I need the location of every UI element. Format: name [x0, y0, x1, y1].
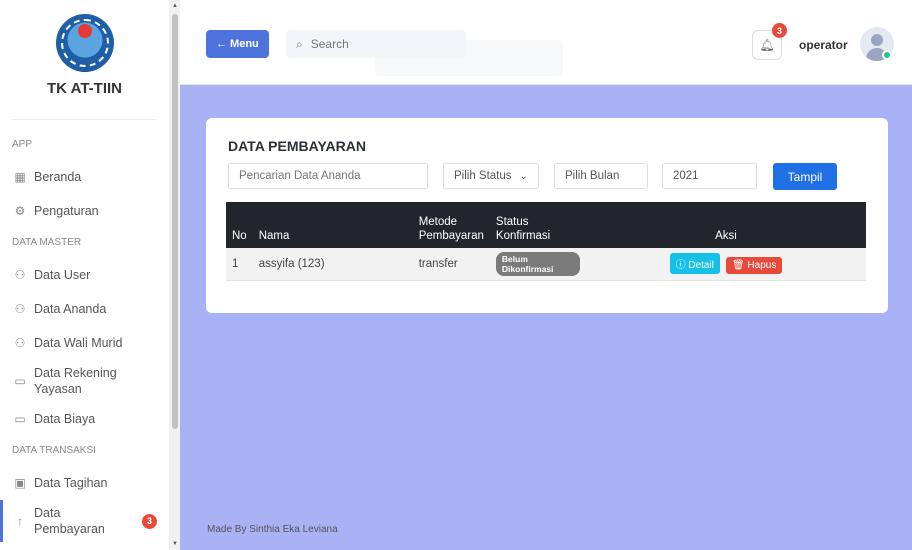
users-icon: ⚇: [14, 336, 26, 350]
sidebar-nav: APP ▦ Beranda ⚙ Pengaturan DATA MASTER ⚇…: [0, 120, 169, 542]
header-nama: Nama: [258, 230, 290, 242]
search-input[interactable]: [310, 37, 431, 51]
cell-no: 1: [232, 257, 239, 270]
grid-icon: ▦: [14, 170, 26, 184]
calendar-icon: ▣: [14, 476, 26, 490]
search-box[interactable]: ⌕: [286, 30, 466, 58]
sidebar-item-data-rekening-yayasan[interactable]: ▭ Data Rekening Yayasan: [0, 360, 169, 402]
main-content: DATA PEMBAYARAN Pilih Status ⌄ Pilih Bul…: [180, 85, 912, 550]
status-badge: Belum Dikonfirmasi: [495, 251, 580, 276]
sidebar-item-data-biaya[interactable]: ▭ Data Biaya: [0, 402, 169, 436]
payments-table: No Nama Metode Pembayaran Status Konfirm…: [226, 202, 866, 281]
users-icon: ⚇: [14, 302, 26, 316]
page-title: DATA PEMBAYARAN: [228, 138, 366, 154]
scroll-down-icon[interactable]: ▼: [172, 541, 178, 547]
menu-button[interactable]: ← Menu: [206, 30, 269, 58]
topbar: ← Menu ⌕ 🔔︎ 3 operator: [180, 0, 912, 85]
month-select[interactable]: Pilih Bulan: [554, 163, 648, 189]
header-metode: Metode Pembayaran: [418, 216, 484, 242]
bell-icon: 🔔︎: [759, 38, 775, 52]
year-input[interactable]: [673, 170, 756, 182]
footer-credit: Made By Sinthia Eka Leviana: [207, 524, 338, 535]
section-data-transaksi: DATA TRANSAKSI: [12, 445, 96, 456]
arrow-icon: ↑: [17, 514, 23, 528]
pembayaran-badge: 3: [142, 513, 157, 529]
table-header-row: No Nama Metode Pembayaran Status Konfirm…: [226, 202, 866, 248]
notification-count: 3: [772, 23, 787, 38]
month-select-value: Pilih Bulan: [565, 170, 620, 182]
sidebar-item-data-ananda[interactable]: ⚇ Data Ananda: [0, 292, 169, 326]
status-select[interactable]: Pilih Status ⌄: [443, 163, 539, 189]
sidebar-item-label: Beranda: [34, 170, 82, 184]
brand-name: TK AT-TIIN: [47, 80, 122, 97]
notification-button[interactable]: 🔔︎ 3: [752, 23, 787, 60]
card-icon: ▭: [14, 374, 26, 388]
cell-nama: assyifa (123): [258, 257, 325, 270]
sidebar-item-label: Data Wali Murid: [34, 336, 123, 350]
status-select-value: Pilih Status: [454, 170, 512, 182]
year-field[interactable]: [662, 163, 757, 189]
section-data-master: DATA MASTER: [12, 237, 82, 248]
sidebar-item-label: Pengaturan: [34, 204, 99, 218]
sidebar-item-label: Data Tagihan: [34, 476, 108, 490]
sidebar-item-label: Data User: [34, 268, 91, 282]
scrollbar-thumb[interactable]: [172, 14, 178, 429]
chevron-down-icon: ⌄: [519, 170, 528, 182]
sidebar-scrollbar[interactable]: ▲ ▼: [170, 0, 180, 550]
pembayaran-card: DATA PEMBAYARAN Pilih Status ⌄ Pilih Bul…: [206, 118, 888, 313]
hapus-button[interactable]: 🗑 Hapus: [725, 257, 783, 275]
gear-icon: ⚙: [14, 204, 26, 218]
sidebar-item-data-pembayaran[interactable]: ↑ Data Pembayaran 3: [0, 500, 169, 542]
online-status-dot: [882, 50, 892, 60]
sidebar-item-pengaturan[interactable]: ⚙ Pengaturan: [0, 194, 169, 228]
sidebar-item-label: Data Rekening Yayasan: [34, 366, 117, 396]
sidebar-item-data-user[interactable]: ⚇ Data User: [0, 258, 169, 292]
sidebar-item-beranda[interactable]: ▦ Beranda: [0, 160, 169, 194]
header-no: No: [232, 230, 247, 242]
users-icon: ⚇: [14, 268, 26, 282]
sidebar-item-data-wali-murid[interactable]: ⚇ Data Wali Murid: [0, 326, 169, 360]
section-app: APP: [12, 139, 33, 150]
school-logo: [55, 14, 114, 72]
scroll-up-icon[interactable]: ▲: [172, 3, 178, 9]
search-ananda-field[interactable]: [228, 163, 428, 189]
brand: TK AT-TIIN: [12, 0, 157, 120]
cell-aksi: ⓘ Detail 🗑 Hapus: [586, 248, 866, 280]
table-row: 1 assyifa (123) transfer Belum Dikonfirm…: [226, 248, 866, 280]
card-icon: ▭: [14, 412, 26, 426]
sidebar-item-label: Data Ananda: [34, 302, 107, 316]
detail-button[interactable]: ⓘ Detail: [669, 253, 720, 275]
sidebar-item-label: Data Biaya: [34, 412, 96, 426]
sidebar-item-label: Data Pembayaran: [34, 506, 105, 536]
sidebar-item-data-tagihan[interactable]: ▣ Data Tagihan: [0, 466, 169, 500]
search-icon: ⌕: [296, 36, 303, 51]
sidebar: TK AT-TIIN APP ▦ Beranda ⚙ Pengaturan DA…: [0, 0, 170, 550]
cell-status: Belum Dikonfirmasi: [490, 248, 586, 280]
header-aksi: Aksi: [715, 230, 737, 242]
search-ananda-input[interactable]: [239, 170, 427, 182]
header-status: Status Konfirmasi: [495, 216, 551, 242]
cell-metode: transfer: [418, 257, 458, 270]
user-name[interactable]: operator: [799, 38, 848, 52]
tampil-button[interactable]: Tampil: [773, 163, 837, 190]
